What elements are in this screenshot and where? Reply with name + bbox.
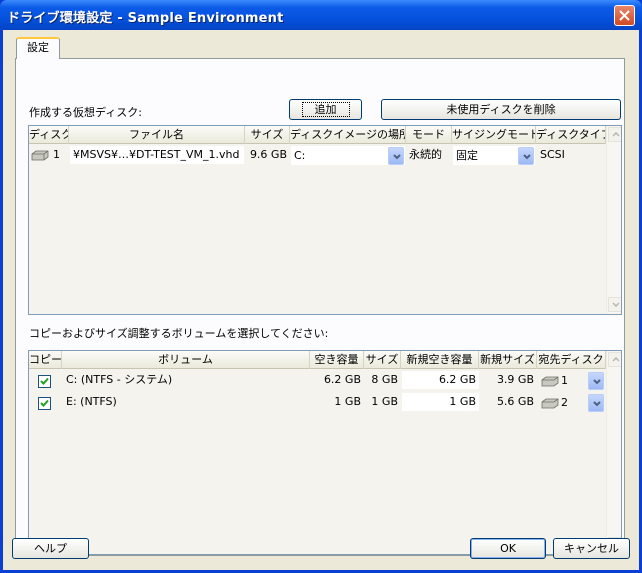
copy-volume-e-checkbox[interactable] [38, 397, 51, 410]
destination-disk-value: 2 [561, 396, 568, 409]
destination-disk-dropdown[interactable] [588, 394, 604, 412]
volume-free: 6.2 GB [323, 373, 361, 386]
chevron-up-icon [612, 132, 620, 137]
volume-new-free-input[interactable]: 6.2 GB [402, 371, 479, 389]
checkmark-icon [40, 377, 49, 385]
col-filename[interactable]: ファイル名 [69, 126, 245, 144]
dialog-client: 設定 作成する仮想ディスク: 追加 未使用ディスクを削除 ディスク ファイル名 … [3, 30, 639, 570]
volume-new-size: 5.6 GB [496, 395, 534, 408]
disk-type: SCSI [540, 148, 565, 161]
volume-list[interactable]: コピー ボリューム 空き容量 サイズ 新規空き容量 新規サイズ 宛先ディスク C… [28, 350, 622, 555]
col-new-size[interactable]: 新規サイズ [479, 351, 537, 369]
chevron-up-icon [612, 357, 620, 362]
col-disk[interactable]: ディスク [29, 126, 69, 144]
checkmark-icon [40, 399, 49, 407]
hard-disk-icon [541, 398, 559, 409]
volume-new-free-input[interactable]: 1 GB [402, 393, 479, 411]
col-sizing-mode[interactable]: サイジングモード [452, 126, 536, 144]
col-location[interactable]: ディスクイメージの場所 [290, 126, 406, 144]
hard-disk-icon [541, 376, 559, 387]
close-button[interactable] [614, 5, 635, 26]
copy-volume-c-checkbox[interactable] [38, 375, 51, 388]
cancel-button[interactable]: キャンセル [553, 538, 630, 559]
destination-disk-select[interactable]: 2 [538, 393, 605, 412]
help-button[interactable]: ヘルプ [12, 538, 89, 559]
col-copy[interactable]: コピー [29, 351, 62, 369]
col-volume-size[interactable]: サイズ [364, 351, 401, 369]
virtual-disk-list[interactable]: ディスク ファイル名 サイズ ディスクイメージの場所 モード サイジングモード … [28, 125, 622, 315]
col-mode[interactable]: モード [406, 126, 452, 144]
volume-size: 1 GB [371, 395, 398, 408]
volumes-label: コピーおよびサイズ調整するボリュームを選択してください: [29, 327, 329, 340]
add-disk-button[interactable]: 追加 [289, 99, 362, 120]
scroll-down-button[interactable] [608, 297, 621, 312]
scroll-up-button[interactable] [608, 352, 621, 367]
disk-sizing-mode-select[interactable]: 固定 [453, 146, 535, 165]
table-row[interactable]: E: (NTFS) 1 GB 1 GB 1 GB 5.6 GB 2 [29, 392, 606, 413]
volume-size: 8 GB [371, 373, 398, 386]
title-bar[interactable]: ドライブ環境設定 - Sample Environment [0, 0, 642, 30]
virtual-disks-label: 作成する仮想ディスク: [29, 106, 142, 119]
volume-free: 1 GB [334, 395, 361, 408]
disk-location-dropdown[interactable] [388, 147, 404, 165]
chevron-down-icon [593, 379, 601, 385]
volume-name: C: (NTFS - システム) [66, 373, 173, 386]
col-new-free-space[interactable]: 新規空き容量 [401, 351, 479, 369]
window-title: ドライブ環境設定 - Sample Environment [7, 11, 284, 26]
disk-sizing-mode-dropdown[interactable] [518, 147, 534, 165]
scroll-up-button[interactable] [608, 127, 621, 142]
col-disk-type[interactable]: ディスクタイプ [536, 126, 606, 144]
table-row[interactable]: C: (NTFS - システム) 6.2 GB 8 GB 6.2 GB 3.9 … [29, 370, 606, 391]
close-icon [619, 10, 630, 21]
table-row[interactable]: 1 ¥MSVS¥…¥DT-TEST_VM_1.vhd 9.6 GB C: 永続的… [29, 145, 606, 165]
remove-unused-disks-button[interactable]: 未使用ディスクを削除 [381, 99, 621, 120]
destination-disk-select[interactable]: 1 [538, 371, 605, 390]
disk-filename[interactable]: ¥MSVS¥…¥DT-TEST_VM_1.vhd [70, 146, 244, 164]
volume-name: E: (NTFS) [66, 395, 117, 408]
disk-size: 9.6 GB [249, 148, 287, 161]
ok-button[interactable]: OK [470, 538, 546, 559]
disk-location-value: C: [294, 149, 306, 162]
col-free-space[interactable]: 空き容量 [310, 351, 364, 369]
col-volume[interactable]: ボリューム [62, 351, 310, 369]
destination-disk-dropdown[interactable] [588, 372, 604, 390]
disk-location-select[interactable]: C: [291, 146, 405, 165]
chevron-down-icon [523, 154, 531, 160]
tab-settings-label: 設定 [27, 41, 49, 54]
dialog-window: ドライブ環境設定 - Sample Environment 設定 作成する仮想デ… [0, 0, 642, 573]
settings-panel: 作成する仮想ディスク: 追加 未使用ディスクを削除 ディスク ファイル名 サイズ… [15, 58, 625, 556]
destination-disk-value: 1 [561, 374, 568, 387]
col-size[interactable]: サイズ [245, 126, 290, 144]
virtual-disk-scrollbar[interactable] [606, 126, 621, 314]
volume-list-header: コピー ボリューム 空き容量 サイズ 新規空き容量 新規サイズ 宛先ディスク [29, 351, 606, 369]
tab-settings[interactable]: 設定 [16, 37, 60, 59]
volume-scrollbar[interactable] [606, 351, 621, 554]
disk-mode: 永続的 [409, 148, 442, 161]
chevron-down-icon [593, 401, 601, 407]
hard-disk-icon [31, 150, 49, 161]
disk-number: 1 [53, 148, 60, 161]
chevron-down-icon [612, 302, 620, 307]
col-destination-disk[interactable]: 宛先ディスク [537, 351, 606, 369]
virtual-disk-list-header: ディスク ファイル名 サイズ ディスクイメージの場所 モード サイジングモード … [29, 126, 606, 144]
volume-new-size: 3.9 GB [496, 373, 534, 386]
chevron-down-icon [393, 154, 401, 160]
disk-sizing-mode-value: 固定 [456, 149, 478, 162]
